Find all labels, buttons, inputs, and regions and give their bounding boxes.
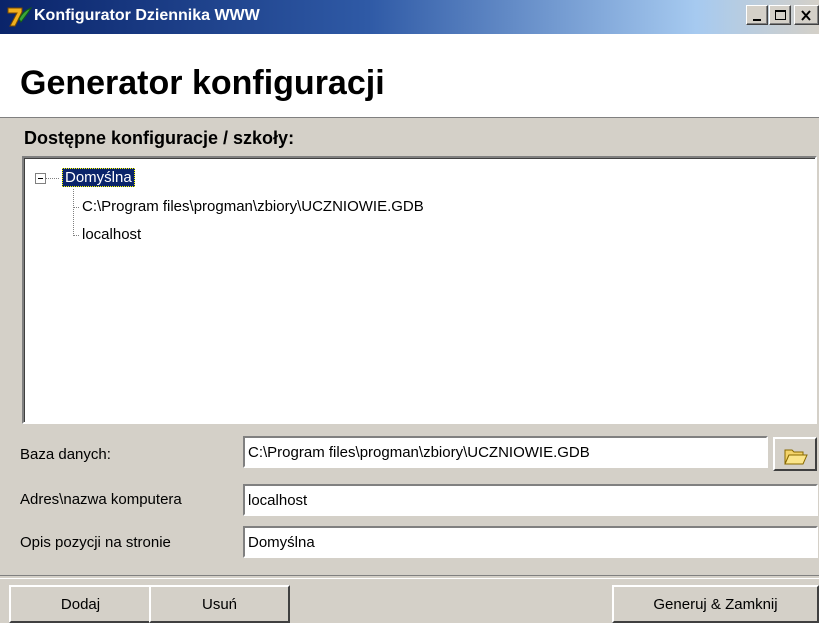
add-button-label: Dodaj [60, 596, 101, 613]
host-input[interactable] [243, 484, 818, 516]
close-icon [801, 10, 811, 21]
description-label: Opis pozycji na stronie [20, 534, 171, 551]
close-button[interactable] [794, 5, 819, 25]
maximize-button[interactable] [769, 5, 791, 25]
generate-close-button-label: Generuj & Zamknij [653, 596, 778, 613]
host-label: Adres\nazwa komputera [20, 491, 182, 508]
header-panel: Generator konfiguracji [0, 34, 819, 118]
window-title: Konfigurator Dziennika WWW [34, 7, 260, 24]
tree-node-database[interactable]: C:\Program files\progman\zbiory\UCZNIOWI… [82, 198, 424, 215]
header-divider [0, 117, 819, 118]
maximize-icon [775, 10, 786, 20]
minimize-icon [753, 19, 761, 21]
configurations-label: Dostępne konfiguracje / szkoły: [24, 128, 295, 148]
database-path-input[interactable] [243, 436, 768, 468]
title-bar[interactable]: Konfigurator Dziennika WWW [0, 0, 819, 34]
description-input[interactable] [243, 526, 818, 558]
folder-open-icon [784, 449, 808, 465]
database-label: Baza danych: [20, 446, 111, 463]
configurations-tree[interactable]: Domyślna C:\Program files\progman\zbiory… [22, 156, 817, 424]
tree-node-host[interactable]: localhost [82, 226, 141, 243]
tree-node-default[interactable]: Domyślna [62, 168, 135, 187]
remove-button-label: Usuń [201, 596, 238, 613]
add-button[interactable]: Dodaj [9, 585, 152, 623]
remove-button[interactable]: Usuń [149, 585, 290, 623]
app-7-logo-icon [7, 7, 32, 27]
generate-close-button[interactable]: Generuj & Zamknij [612, 585, 819, 623]
browse-database-button[interactable] [773, 437, 817, 471]
form-divider [0, 575, 819, 579]
page-title: Generator konfiguracji [20, 64, 385, 102]
minimize-button[interactable] [746, 5, 768, 25]
